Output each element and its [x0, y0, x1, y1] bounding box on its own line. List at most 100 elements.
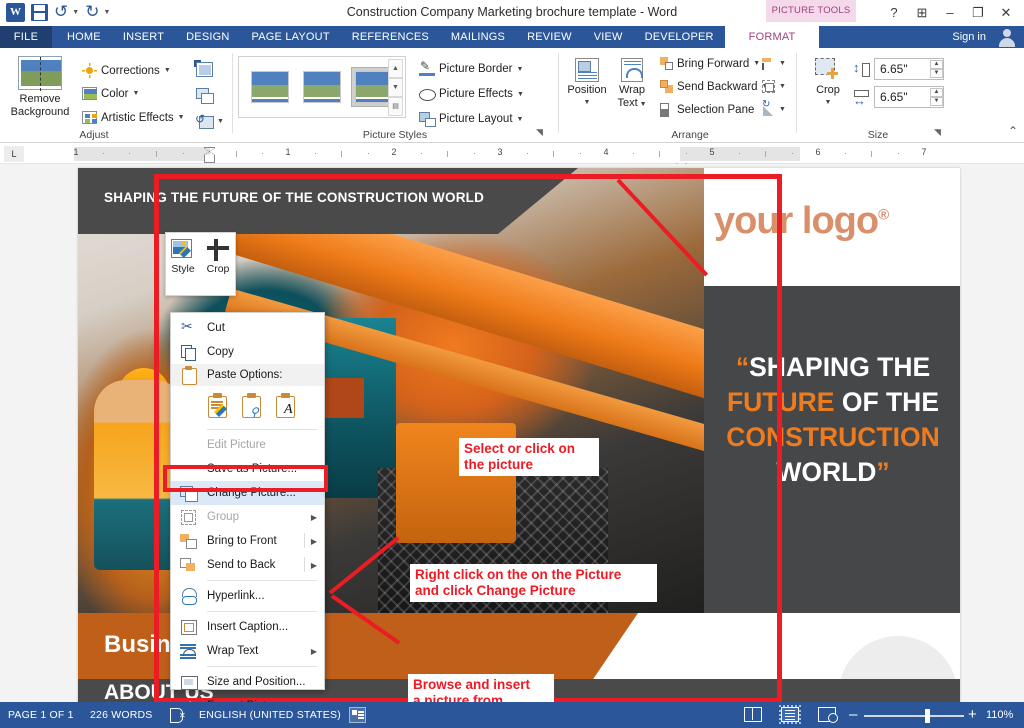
rotate-button[interactable]: ▼ [762, 99, 786, 116]
left-indent-marker[interactable] [204, 155, 215, 163]
paste-options-row[interactable]: ⚲ A [171, 386, 324, 426]
compress-pictures-button[interactable] [194, 60, 213, 77]
group-objects-button[interactable]: ▼ [762, 80, 786, 93]
first-line-indent-marker[interactable] [204, 147, 215, 155]
macro-recording-icon[interactable] [349, 707, 366, 723]
remove-background-button[interactable]: Remove Background [6, 56, 74, 118]
sign-in-link[interactable]: Sign in [952, 26, 986, 48]
context-menu-item-send-to-back[interactable]: Send to Back ▶ [171, 553, 324, 577]
context-menu-item-format-picture[interactable]: Format Picture... [171, 694, 324, 702]
tab-developer[interactable]: DEVELOPER [634, 26, 725, 48]
chevron-down-icon[interactable]: ▼ [753, 60, 760, 67]
chevron-down-icon[interactable]: ▼ [806, 97, 850, 110]
picture-effects-button[interactable]: Picture Effects ▼ [419, 87, 524, 101]
artistic-effects-button[interactable]: Artistic Effects ▼ [82, 111, 185, 124]
stepper-down-icon[interactable]: ▼ [930, 69, 943, 78]
stepper-up-icon[interactable]: ▲ [930, 88, 943, 97]
change-picture-ribbon-button[interactable] [196, 88, 214, 104]
chevron-down-icon[interactable]: ▼ [217, 118, 224, 125]
picture-style-2[interactable] [299, 67, 345, 107]
mini-toolbar[interactable]: Style Crop [165, 232, 236, 296]
gallery-scroll-down-icon[interactable]: ▼ [388, 78, 403, 97]
proofing-errors-icon[interactable] [170, 707, 187, 723]
close-button[interactable]: ✕ [992, 2, 1020, 24]
zoom-in-button[interactable]: + [968, 706, 977, 724]
tab-references[interactable]: REFERENCES [341, 26, 440, 48]
chevron-down-icon[interactable]: ▼ [638, 101, 647, 108]
chevron-down-icon[interactable]: ▼ [178, 114, 185, 121]
paste-picture-icon[interactable]: ⚲ [241, 393, 263, 419]
chevron-down-icon[interactable]: ▼ [564, 97, 610, 110]
gallery-scroll-buttons[interactable]: ▲ ▼ ▤ [388, 59, 403, 116]
selection-pane-button[interactable]: Selection Pane [660, 103, 754, 117]
stepper-down-icon[interactable]: ▼ [930, 97, 943, 106]
size-dialog-launcher[interactable]: ◥ [932, 127, 943, 138]
submenu-arrow-icon[interactable]: ▶ [311, 647, 317, 656]
corrections-button[interactable]: Corrections ▼ [82, 63, 171, 78]
gallery-scroll-up-icon[interactable]: ▲ [388, 59, 403, 78]
context-menu-item-cut[interactable]: Cut [171, 316, 324, 340]
paste-keep-text-only-icon[interactable]: A [275, 393, 297, 419]
gallery-more-icon[interactable]: ▤ [388, 97, 403, 116]
picture-style-1[interactable] [247, 67, 293, 107]
status-word-count[interactable]: 226 WORDS [90, 702, 152, 728]
wrap-text-button[interactable]: Wrap Text ▼ [610, 58, 654, 111]
submenu-arrow-icon[interactable]: ▶ [311, 561, 317, 570]
paste-keep-source-formatting-icon[interactable] [207, 393, 229, 419]
position-button[interactable]: Position ▼ [564, 58, 610, 109]
context-menu-item-size-and-position[interactable]: Size and Position... [171, 670, 324, 694]
brochure-logo[interactable]: your logo® [704, 168, 960, 286]
chevron-down-icon[interactable]: ▼ [164, 67, 171, 74]
context-menu-item-wrap-text[interactable]: Wrap Text ▶ [171, 639, 324, 663]
zoom-slider-thumb[interactable] [925, 709, 930, 723]
picture-styles-gallery[interactable]: ▲ ▼ ▤ [238, 56, 406, 118]
shape-height-stepper[interactable]: ▲ ▼ [930, 60, 943, 78]
horizontal-ruler[interactable]: L 1 1 2 3 4 5 6 7 [0, 144, 1024, 171]
tab-design[interactable]: DESIGN [175, 26, 240, 48]
web-layout-icon[interactable] [818, 707, 838, 723]
chevron-down-icon[interactable]: ▼ [517, 91, 524, 98]
color-button[interactable]: Color ▼ [82, 87, 139, 100]
tab-home[interactable]: HOME [56, 26, 112, 48]
context-menu-item-hyperlink[interactable]: Hyperlink... [171, 584, 324, 608]
reset-picture-button[interactable]: ▼ [195, 112, 224, 129]
shape-width-stepper[interactable]: ▲ ▼ [930, 88, 943, 106]
send-backward-button[interactable]: Send Backward ▼ [660, 80, 768, 93]
tab-stop-selector[interactable]: L [4, 146, 24, 162]
status-language[interactable]: ENGLISH (UNITED STATES) [199, 702, 341, 728]
mini-crop-button[interactable]: Crop [203, 239, 233, 275]
account-avatar-icon[interactable] [998, 28, 1016, 47]
tab-review[interactable]: REVIEW [516, 26, 583, 48]
tab-insert[interactable]: INSERT [112, 26, 175, 48]
zoom-level-value[interactable]: 110% [986, 702, 1013, 728]
crop-button[interactable]: Crop ▼ [806, 58, 850, 109]
ribbon-display-options-button[interactable]: ⊞ [908, 2, 936, 24]
document-canvas[interactable]: SHAPING THE FUTURE OF THE CONSTRUCTION W… [0, 164, 1024, 702]
print-layout-icon[interactable] [779, 705, 801, 724]
zoom-slider-track[interactable] [864, 715, 964, 717]
status-page-number[interactable]: PAGE 1 OF 1 [8, 702, 74, 728]
chevron-down-icon[interactable]: ▼ [779, 60, 786, 67]
tab-format[interactable]: FORMAT [724, 26, 820, 48]
stepper-up-icon[interactable]: ▲ [930, 60, 943, 69]
tab-mailings[interactable]: MAILINGS [440, 26, 516, 48]
tab-page-layout[interactable]: PAGE LAYOUT [241, 26, 341, 48]
picture-border-button[interactable]: Picture Border ▼ [419, 59, 524, 76]
context-menu-item-copy[interactable]: Copy [171, 340, 324, 364]
context-menu-item-bring-to-front[interactable]: Bring to Front ▶ [171, 529, 324, 553]
align-button[interactable]: ▼ [762, 57, 786, 70]
help-button[interactable]: ? [880, 2, 908, 24]
chevron-down-icon[interactable]: ▼ [779, 83, 786, 90]
read-mode-icon[interactable] [744, 707, 762, 722]
collapse-ribbon-icon[interactable]: ⌃ [1008, 124, 1018, 138]
tab-view[interactable]: VIEW [583, 26, 634, 48]
chevron-down-icon[interactable]: ▼ [517, 66, 524, 73]
zoom-out-button[interactable]: – [849, 706, 857, 724]
picture-layout-button[interactable]: Picture Layout ▼ [419, 112, 523, 127]
minimize-button[interactable]: – [936, 2, 964, 24]
ruler-track[interactable]: 1 1 2 3 4 5 6 7 [28, 147, 1024, 171]
chevron-down-icon[interactable]: ▼ [132, 90, 139, 97]
restore-button[interactable]: ❐ [964, 2, 992, 24]
tab-file[interactable]: FILE [0, 26, 52, 48]
submenu-arrow-icon[interactable]: ▶ [311, 537, 317, 546]
